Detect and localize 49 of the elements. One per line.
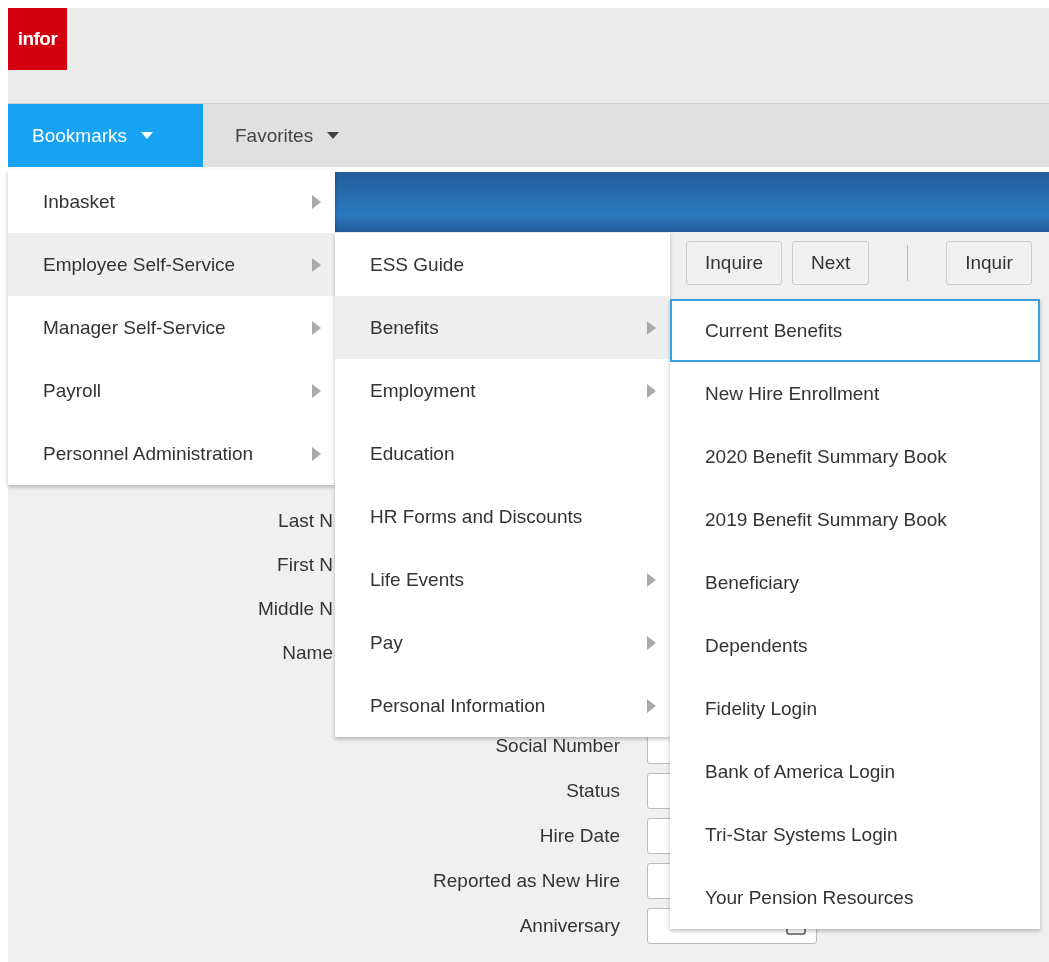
menu-item[interactable]: Personal Information: [335, 674, 670, 737]
menu-item[interactable]: Current Benefits: [670, 299, 1040, 362]
submenu-arrow-icon: [647, 698, 656, 713]
field-label: Status: [565, 779, 620, 803]
menu-item[interactable]: Manager Self-Service: [8, 296, 335, 359]
menu-item[interactable]: Fidelity Login: [670, 677, 1040, 740]
field-label: Middle N: [257, 597, 333, 621]
submenu-arrow-icon: [312, 446, 321, 461]
submenu-arrow-icon: [647, 383, 656, 398]
menu-item[interactable]: Employee Self-Service: [8, 233, 335, 296]
field-label: Reported as New Hire: [432, 869, 620, 893]
submenu-arrow-icon: [647, 320, 656, 335]
submenu-arrow-icon: [312, 320, 321, 335]
menu-item[interactable]: HR Forms and Discounts: [335, 485, 670, 548]
field-label: Name: [281, 641, 333, 665]
submenu-arrow-icon: [312, 257, 321, 272]
field-label: Hire Date: [538, 824, 620, 848]
menu-item[interactable]: Bank of America Login: [670, 740, 1040, 803]
menu-item[interactable]: Tri-Star Systems Login: [670, 803, 1040, 866]
menu-item[interactable]: Your Pension Resources: [670, 866, 1040, 929]
menu-item[interactable]: Personnel Administration: [8, 422, 335, 485]
menu-item[interactable]: Beneficiary: [670, 551, 1040, 614]
menu-item[interactable]: Life Events: [335, 548, 670, 611]
submenu-arrow-icon: [647, 572, 656, 587]
menu-item[interactable]: Employment: [335, 359, 670, 422]
submenu-arrow-icon: [647, 635, 656, 650]
toolbar-button[interactable]: Inquire: [686, 241, 783, 285]
menu-item[interactable]: New Hire Enrollment: [670, 362, 1040, 425]
menu-item[interactable]: Education: [335, 422, 670, 485]
caret-icon: [141, 132, 154, 139]
toolbar-button[interactable]: Inquir: [946, 241, 1032, 285]
menu-item[interactable]: Inbasket: [8, 170, 335, 233]
caret-icon: [327, 132, 340, 139]
menu-item[interactable]: Pay: [335, 611, 670, 674]
field-label: Social Number: [494, 734, 620, 758]
field-label: Last N: [277, 509, 333, 533]
logo: infor: [8, 8, 67, 70]
menu-item[interactable]: Payroll: [8, 359, 335, 422]
field-label: First N: [276, 553, 333, 577]
menu-item[interactable]: 2019 Benefit Summary Book: [670, 488, 1040, 551]
menu-item[interactable]: Benefits: [335, 296, 670, 359]
menu-item[interactable]: 2020 Benefit Summary Book: [670, 425, 1040, 488]
field-label: Anniversary: [518, 914, 620, 938]
nav-tab[interactable]: Favorites: [203, 104, 340, 167]
submenu-arrow-icon: [312, 194, 321, 209]
menu-item[interactable]: Dependents: [670, 614, 1040, 677]
toolbar-button[interactable]: Next: [792, 241, 870, 285]
submenu-arrow-icon: [312, 383, 321, 398]
menu-item[interactable]: ESS Guide: [335, 233, 670, 296]
